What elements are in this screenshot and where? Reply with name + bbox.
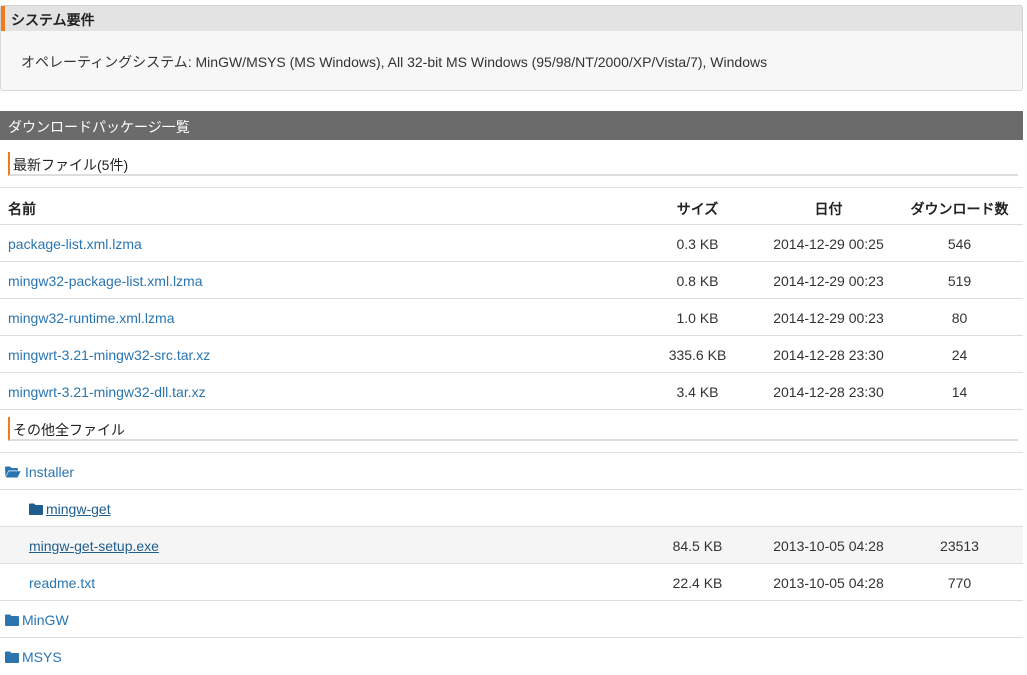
file-date: 2014-12-29 00:25 xyxy=(773,236,884,252)
file-date: 2013-10-05 04:28 xyxy=(773,575,884,591)
file-download-count: 519 xyxy=(947,273,972,289)
folder-row-mingw-get[interactable]: mingw-get xyxy=(0,490,1023,527)
folder-link-mingw-get[interactable]: mingw-get xyxy=(29,501,111,517)
file-size: 0.8 KB xyxy=(676,273,719,289)
folder-name: MinGW xyxy=(22,612,69,628)
sysreq-title: システム要件 xyxy=(11,12,95,28)
file-download-count: 24 xyxy=(951,347,968,363)
file-date: 2013-10-05 04:28 xyxy=(773,538,884,554)
folder-row-mingw[interactable]: MinGW xyxy=(0,601,1023,638)
file-size: 22.4 KB xyxy=(672,575,723,591)
folder-row-installer[interactable]: Installer xyxy=(0,453,1023,490)
table-row: mingw32-runtime.xml.lzma 1.0 KB 2014-12-… xyxy=(0,299,1023,336)
file-download-count: 770 xyxy=(947,575,972,591)
file-date: 2014-12-29 00:23 xyxy=(773,273,884,289)
sysreq-header: システム要件 xyxy=(0,5,1023,31)
file-link[interactable]: mingw-get-setup.exe xyxy=(29,538,159,554)
accent-bar xyxy=(1,6,5,31)
file-link[interactable]: mingwrt-3.21-mingw32-src.tar.xz xyxy=(8,347,210,363)
file-size: 84.5 KB xyxy=(672,538,723,554)
file-size: 3.4 KB xyxy=(676,384,719,400)
file-download-count: 546 xyxy=(947,236,972,252)
folder-link-mingw[interactable]: MinGW xyxy=(5,612,69,628)
table-row: readme.txt 22.4 KB 2013-10-05 04:28 770 xyxy=(0,564,1023,601)
divider xyxy=(0,409,1023,410)
folder-row-msys[interactable]: MSYS xyxy=(0,638,1023,675)
col-count-header: ダウンロード数 xyxy=(910,201,1009,217)
file-download-count: 14 xyxy=(951,384,968,400)
table-row: mingwrt-3.21-mingw32-src.tar.xz 335.6 KB… xyxy=(0,336,1023,373)
file-link[interactable]: mingw32-runtime.xml.lzma xyxy=(8,310,174,326)
file-size: 1.0 KB xyxy=(676,310,719,326)
folder-link-msys[interactable]: MSYS xyxy=(5,649,62,665)
file-download-count: 80 xyxy=(951,310,968,326)
downloads-title: ダウンロードパッケージ一覧 xyxy=(8,119,190,135)
file-date: 2014-12-29 00:23 xyxy=(773,310,884,326)
table-row: mingw32-package-list.xml.lzma 0.8 KB 201… xyxy=(0,262,1023,299)
file-download-count: 23513 xyxy=(940,538,979,554)
folder-name: Installer xyxy=(25,464,75,480)
folder-link-installer[interactable]: Installer xyxy=(5,464,74,480)
file-size: 335.6 KB xyxy=(668,347,727,363)
folder-icon xyxy=(5,651,19,663)
sysreq-body: オペレーティングシステム: MinGW/MSYS (MS Windows), A… xyxy=(0,31,1023,91)
col-name-header: 名前 xyxy=(8,201,36,217)
table-row: mingw-get-setup.exe 84.5 KB 2013-10-05 0… xyxy=(0,527,1023,564)
file-link[interactable]: mingw32-package-list.xml.lzma xyxy=(8,273,203,289)
folder-icon xyxy=(29,503,43,515)
file-link[interactable]: readme.txt xyxy=(29,575,95,591)
latest-files-label: 最新ファイル(5件) xyxy=(8,152,1018,176)
folder-name: mingw-get xyxy=(46,501,111,517)
downloads-header: ダウンロードパッケージ一覧 xyxy=(0,111,1023,140)
file-link[interactable]: package-list.xml.lzma xyxy=(8,236,142,252)
other-files-label: その他全ファイル xyxy=(8,417,1018,441)
table-row: mingwrt-3.21-mingw32-dll.tar.xz 3.4 KB 2… xyxy=(0,373,1023,410)
file-date: 2014-12-28 23:30 xyxy=(773,347,884,363)
folder-icon xyxy=(5,614,19,626)
file-link[interactable]: mingwrt-3.21-mingw32-dll.tar.xz xyxy=(8,384,206,400)
table-row: package-list.xml.lzma 0.3 KB 2014-12-29 … xyxy=(0,225,1023,262)
latest-files-text: 最新ファイル(5件) xyxy=(13,157,129,173)
folder-name: MSYS xyxy=(22,649,62,665)
file-date: 2014-12-28 23:30 xyxy=(773,384,884,400)
col-date-header: 日付 xyxy=(814,201,843,217)
other-files-text: その他全ファイル xyxy=(13,422,125,438)
folder-open-icon xyxy=(5,466,21,478)
col-size-header: サイズ xyxy=(676,201,719,217)
sysreq-text: オペレーティングシステム: MinGW/MSYS (MS Windows), A… xyxy=(21,54,768,70)
table-header-row: 名前 サイズ 日付 ダウンロード数 xyxy=(0,188,1023,225)
file-size: 0.3 KB xyxy=(676,236,719,252)
